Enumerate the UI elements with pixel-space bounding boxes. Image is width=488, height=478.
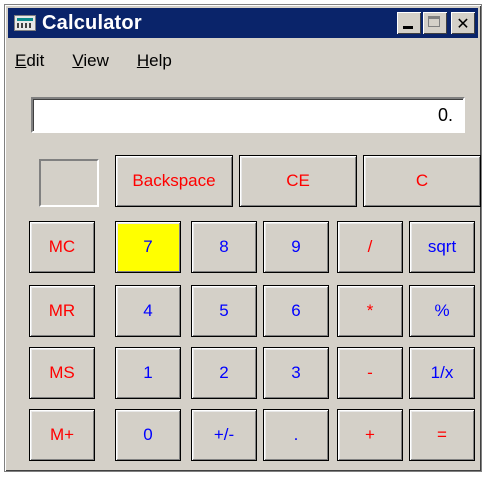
title-bar[interactable]: Calculator ✕ (8, 8, 478, 38)
memory-clear-button[interactable]: MC (29, 221, 95, 273)
menu-bar: Edit View Help (11, 49, 176, 75)
maximize-icon (428, 16, 440, 27)
subtract-button[interactable]: - (337, 347, 403, 399)
minimize-button[interactable] (397, 12, 421, 34)
digit-1-button[interactable]: 1 (115, 347, 181, 399)
digit-4-button[interactable]: 4 (115, 285, 181, 337)
title-buttons: ✕ (397, 12, 475, 34)
digit-2-button[interactable]: 2 (191, 347, 257, 399)
multiply-button[interactable]: * (337, 285, 403, 337)
menu-edit[interactable]: Edit (11, 49, 48, 75)
sign-toggle-button[interactable]: +/- (191, 409, 257, 461)
digit-5-button[interactable]: 5 (191, 285, 257, 337)
memory-indicator (39, 159, 99, 207)
menu-view[interactable]: View (68, 49, 113, 75)
backspace-button[interactable]: Backspace (115, 155, 233, 207)
minimize-icon (403, 26, 413, 29)
window-title: Calculator (42, 11, 142, 34)
digit-0-button[interactable]: 0 (115, 409, 181, 461)
close-icon: ✕ (456, 13, 470, 33)
digit-3-button[interactable]: 3 (263, 347, 329, 399)
equals-button[interactable]: = (409, 409, 475, 461)
calculator-icon (14, 15, 36, 31)
calculator-window: Calculator ✕ Edit View Help 0. Backspace… (4, 4, 482, 472)
digit-7-button[interactable]: 7 (115, 221, 181, 273)
clear-button[interactable]: C (363, 155, 481, 207)
display-value: 0. (437, 104, 453, 125)
digit-6-button[interactable]: 6 (263, 285, 329, 337)
memory-store-button[interactable]: MS (29, 347, 95, 399)
memory-recall-button[interactable]: MR (29, 285, 95, 337)
memory-add-button[interactable]: M+ (29, 409, 95, 461)
clear-entry-button[interactable]: CE (239, 155, 357, 207)
digit-9-button[interactable]: 9 (263, 221, 329, 273)
divide-button[interactable]: / (337, 221, 403, 273)
reciprocal-button[interactable]: 1/x (409, 347, 475, 399)
maximize-button[interactable] (423, 12, 447, 34)
decimal-button[interactable]: . (263, 409, 329, 461)
close-button[interactable]: ✕ (451, 12, 475, 34)
digit-8-button[interactable]: 8 (191, 221, 257, 273)
add-button[interactable]: + (337, 409, 403, 461)
result-display: 0. (31, 97, 465, 133)
menu-help[interactable]: Help (133, 49, 176, 75)
percent-button[interactable]: % (409, 285, 475, 337)
sqrt-button[interactable]: sqrt (409, 221, 475, 273)
